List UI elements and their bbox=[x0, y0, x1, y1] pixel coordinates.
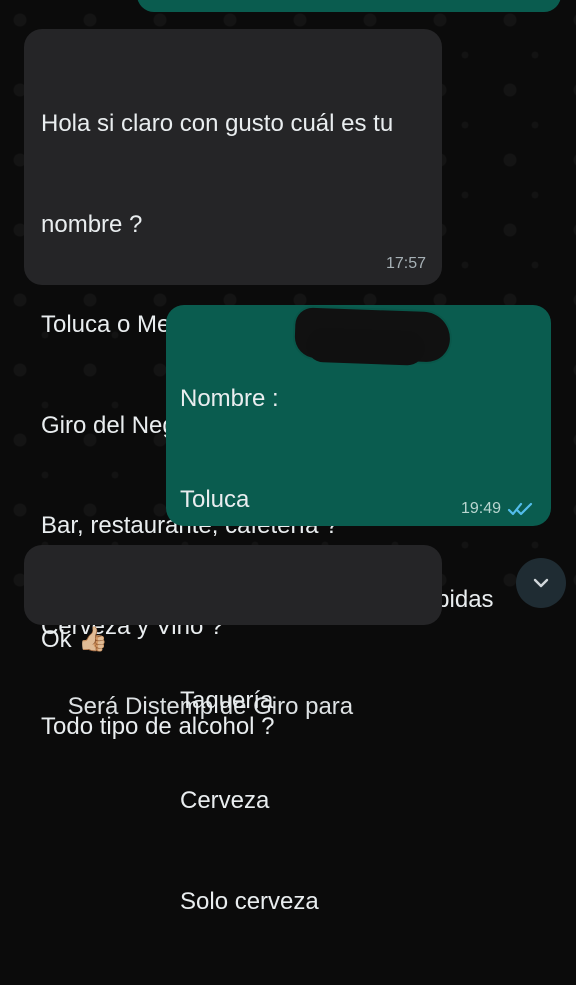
message-1-line-2: nombre ? bbox=[41, 210, 143, 238]
message-2-time: 19:49 bbox=[460, 500, 501, 517]
scroll-down-button[interactable] bbox=[516, 558, 566, 608]
previous-outgoing-message[interactable] bbox=[137, 0, 561, 12]
message-3-line-1-text: Ok 👍🏼 bbox=[41, 626, 109, 653]
message-2-line-5: Cerveza bbox=[180, 787, 270, 814]
message-3-line-1: Ok 👍🏼 bbox=[41, 623, 425, 657]
message-2-line-6: Solo cerveza bbox=[180, 887, 319, 915]
message-3-line-2: Será Distemp de Giro para bbox=[67, 693, 354, 720]
message-1-line-1: Hola si claro con gusto cuál es tu bbox=[41, 110, 394, 137]
redacted-name-mark bbox=[294, 307, 451, 363]
message-2-line-1: Nombre : bbox=[180, 385, 279, 412]
incoming-message-3[interactable]: Ok 👍🏼 Será Distemp de Giro para bbox=[24, 545, 442, 720]
message-2-meta: 19:49 bbox=[461, 500, 535, 518]
chevron-down-icon bbox=[533, 578, 549, 588]
message-1-time: 17:57 bbox=[385, 255, 426, 272]
message-1-meta: 17:57 bbox=[386, 255, 426, 273]
incoming-message-1[interactable]: Hola si claro con gusto cuál es tu nombr… bbox=[24, 29, 442, 740]
double-check-icon bbox=[507, 502, 533, 516]
message-3-text: Ok 👍🏼 Será Distemp de Giro para bbox=[41, 556, 425, 757]
